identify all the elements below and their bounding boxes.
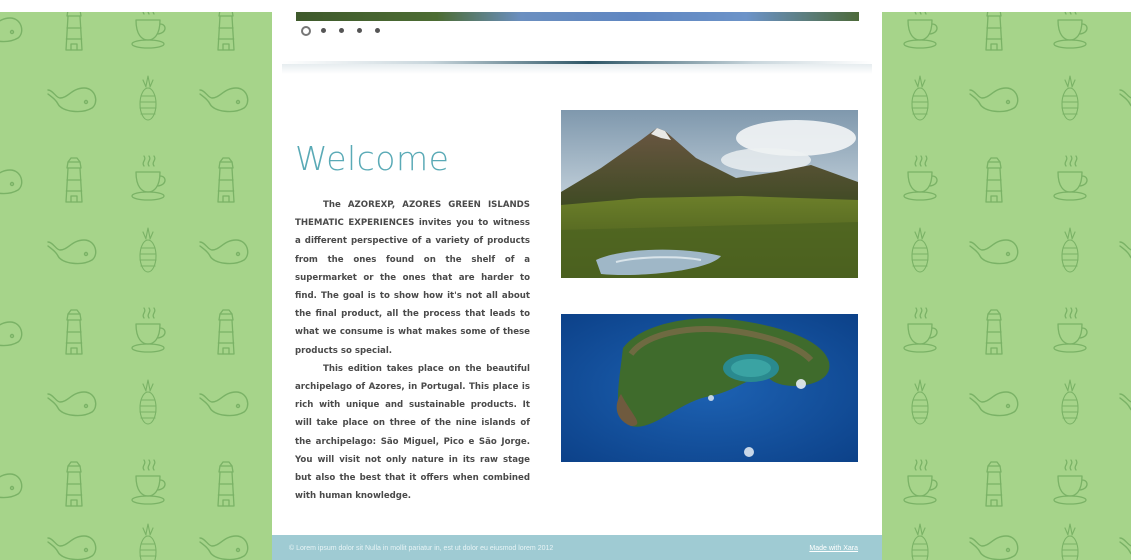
- coffee-cup-icon: [131, 155, 166, 201]
- island-aerial-photo: [561, 314, 858, 462]
- intro-paragraph: The AZOREXP, AZORES GREEN ISLANDS THEMAT…: [295, 200, 530, 356]
- pineapple-icon: [1061, 523, 1079, 560]
- welcome-text: The AZOREXP, AZORES GREEN ISLANDS THEMAT…: [295, 196, 530, 505]
- whale-icon: [199, 87, 249, 113]
- page-footer: © Lorem ipsum dolor sit Nulla in mollit …: [272, 535, 882, 560]
- coffee-cup-icon: [1053, 155, 1088, 201]
- whale-icon: [969, 87, 1019, 113]
- whale-icon: [199, 239, 249, 265]
- pineapple-icon: [911, 75, 929, 121]
- whale-icon: [1119, 391, 1131, 417]
- pineapple-icon: [911, 379, 929, 425]
- slider-dot-5[interactable]: [372, 25, 384, 37]
- lighthouse-icon: [217, 5, 235, 51]
- whale-icon: [47, 535, 97, 560]
- whale-icon: [199, 535, 249, 560]
- page-title: Welcome: [295, 139, 450, 178]
- whale-icon: [199, 391, 249, 417]
- slider-dot-2[interactable]: [318, 25, 330, 37]
- pineapple-icon: [139, 379, 157, 425]
- pineapple-icon: [139, 523, 157, 560]
- pineapple-icon: [911, 227, 929, 273]
- pineapple-icon: [1061, 75, 1079, 121]
- background-pattern-right: [882, 0, 1131, 560]
- whale-icon: [0, 17, 23, 43]
- lighthouse-icon: [65, 5, 83, 51]
- lighthouse-icon: [65, 461, 83, 507]
- pineapple-icon: [139, 227, 157, 273]
- background-pattern-left: [0, 0, 272, 560]
- lighthouse-icon: [217, 157, 235, 203]
- whale-icon: [1119, 239, 1131, 265]
- lighthouse-icon: [985, 157, 1003, 203]
- whale-icon: [1119, 87, 1131, 113]
- image-slider-strip[interactable]: [296, 12, 859, 21]
- coffee-cup-icon: [903, 459, 938, 505]
- pineapple-icon: [911, 523, 929, 560]
- lighthouse-icon: [65, 157, 83, 203]
- coffee-cup-icon: [903, 307, 938, 353]
- coffee-cup-icon: [903, 155, 938, 201]
- pineapple-icon: [1061, 227, 1079, 273]
- whale-icon: [47, 239, 97, 265]
- whale-icon: [47, 391, 97, 417]
- slider-dot-1[interactable]: [300, 25, 312, 37]
- whale-icon: [0, 321, 23, 347]
- whale-icon: [1119, 535, 1131, 560]
- whale-icon: [0, 169, 23, 195]
- coffee-cup-icon: [1053, 307, 1088, 353]
- whale-icon: [969, 239, 1019, 265]
- location-paragraph: This edition takes place on the beautifu…: [295, 363, 530, 502]
- whale-icon: [969, 391, 1019, 417]
- whale-icon: [47, 87, 97, 113]
- lighthouse-icon: [985, 461, 1003, 507]
- made-with-xara-link[interactable]: Made with Xara: [809, 545, 858, 552]
- pineapple-icon: [1061, 379, 1079, 425]
- footer-copyright: © Lorem ipsum dolor sit Nulla in mollit …: [289, 545, 554, 552]
- lighthouse-icon: [217, 309, 235, 355]
- slider-dot-4[interactable]: [354, 25, 366, 37]
- content-page: Welcome The AZOREXP, AZORES GREEN ISLAND…: [272, 0, 882, 560]
- coffee-cup-icon: [1053, 459, 1088, 505]
- divider-shadow: [282, 64, 872, 74]
- slider-dot-3[interactable]: [336, 25, 348, 37]
- lighthouse-icon: [985, 309, 1003, 355]
- whale-icon: [0, 473, 23, 499]
- lighthouse-icon: [65, 309, 83, 355]
- coffee-cup-icon: [131, 307, 166, 353]
- pineapple-icon: [139, 75, 157, 121]
- whale-icon: [969, 535, 1019, 560]
- coffee-cup-icon: [131, 459, 166, 505]
- lighthouse-icon: [985, 5, 1003, 51]
- lighthouse-icon: [217, 461, 235, 507]
- mountain-landscape-photo: [561, 110, 858, 278]
